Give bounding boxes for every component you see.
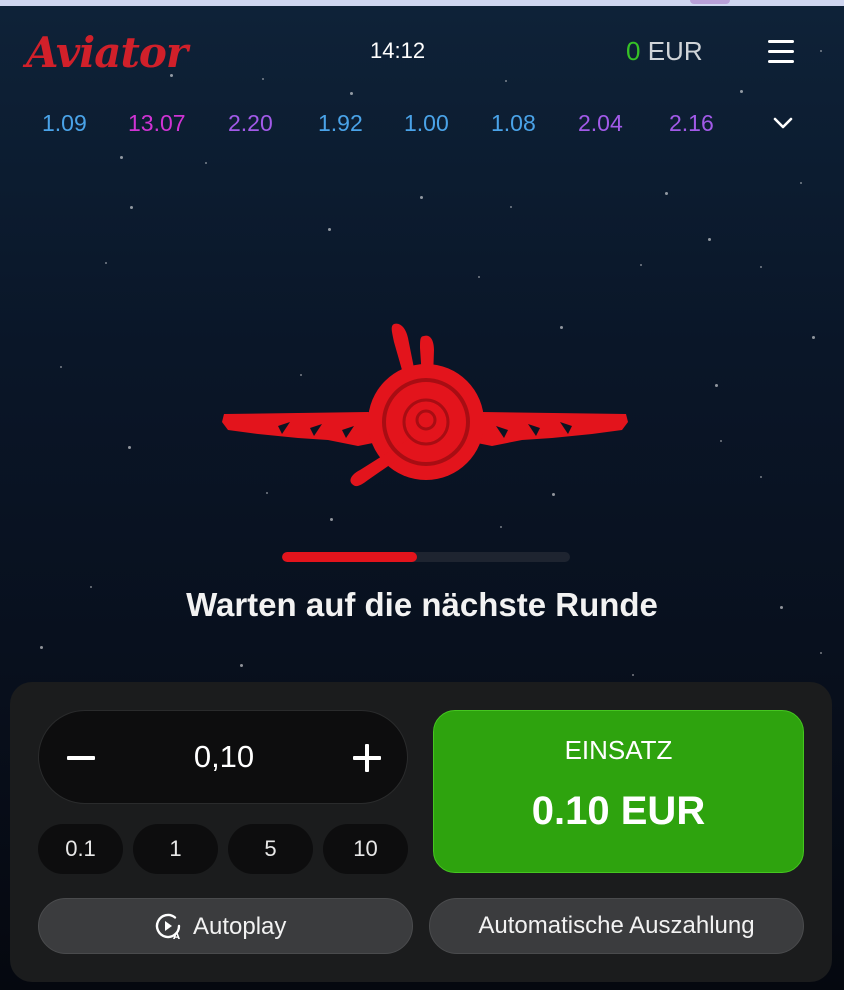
auto-cashout-button[interactable]: Automatische Auszahlung	[429, 898, 804, 954]
quick-amount-chip[interactable]: 0.1	[38, 824, 123, 874]
star	[262, 78, 264, 80]
round-progress-fill	[282, 552, 418, 562]
aviator-logo: Aviator	[26, 28, 188, 77]
balance-currency: EUR	[647, 36, 703, 66]
balance: 0 EUR	[626, 36, 703, 67]
star	[500, 526, 502, 528]
game-stage: Aviator 14:12 0 EUR 1.09 13.07 2.20 1.92…	[0, 6, 844, 990]
star	[715, 384, 718, 387]
plus-icon[interactable]	[347, 738, 387, 778]
history-multiplier[interactable]: 2.04	[578, 110, 623, 137]
star	[510, 206, 512, 208]
star	[760, 266, 762, 268]
clock: 14:12	[370, 38, 426, 63]
star	[240, 664, 243, 667]
bet-button-amount: 0.10 EUR	[531, 789, 706, 833]
round-status-text: Warten auf die nächste Runde	[186, 586, 658, 623]
star	[40, 646, 43, 649]
star	[350, 92, 353, 95]
header: Aviator 14:12 0 EUR	[0, 26, 844, 77]
star	[120, 156, 123, 159]
star	[478, 276, 480, 278]
star	[820, 652, 822, 654]
chevron-down-icon[interactable]	[770, 110, 796, 136]
place-bet-button[interactable]: EINSATZ 0.10 EUR	[433, 710, 804, 873]
star	[812, 336, 815, 339]
bet-panel: 0,10 0.1 1 5 10 EINSATZ 0.10 EUR A Autop…	[10, 682, 832, 982]
bet-button-label: EINSATZ	[564, 735, 673, 765]
history-multiplier[interactable]: 2.16	[669, 110, 714, 137]
round-progress-bar	[282, 552, 570, 562]
star	[665, 192, 668, 195]
bet-amount-value[interactable]: 0,10	[139, 739, 309, 775]
quick-amount-chip[interactable]: 5	[228, 824, 313, 874]
star	[708, 238, 711, 241]
autoplay-icon: A	[153, 911, 183, 942]
star	[128, 446, 131, 449]
star	[740, 90, 743, 93]
star	[505, 80, 507, 82]
quick-amount-chip[interactable]: 1	[133, 824, 218, 874]
star	[800, 182, 802, 184]
autoplay-button[interactable]: A Autoplay	[38, 898, 413, 954]
star	[632, 674, 634, 676]
multiplier-history: 1.09 13.07 2.20 1.92 1.00 1.08 2.04 2.16	[0, 110, 844, 142]
star	[328, 228, 331, 231]
star	[720, 440, 722, 442]
star	[105, 262, 107, 264]
minus-icon[interactable]	[61, 738, 101, 778]
star	[130, 206, 133, 209]
history-multiplier[interactable]: 1.08	[491, 110, 536, 137]
star	[640, 264, 642, 266]
star	[760, 476, 762, 478]
history-multiplier[interactable]: 1.09	[42, 110, 87, 137]
hamburger-menu-icon[interactable]	[766, 40, 796, 64]
balance-amount: 0	[626, 36, 641, 66]
propeller-plane-icon	[218, 316, 632, 505]
history-multiplier[interactable]: 1.00	[404, 110, 449, 137]
svg-text:A: A	[173, 932, 180, 941]
quick-amount-chips: 0.1 1 5 10	[38, 824, 408, 874]
star	[205, 162, 207, 164]
top-indicator	[690, 0, 730, 4]
history-multiplier[interactable]: 13.07	[128, 110, 186, 137]
star	[330, 518, 333, 521]
history-multiplier[interactable]: 1.92	[318, 110, 363, 137]
history-multiplier[interactable]: 2.20	[228, 110, 273, 137]
star	[60, 366, 62, 368]
bet-amount-stepper: 0,10	[38, 710, 408, 804]
quick-amount-chip[interactable]: 10	[323, 824, 408, 874]
autoplay-label: Autoplay	[193, 913, 287, 940]
star	[420, 196, 423, 199]
